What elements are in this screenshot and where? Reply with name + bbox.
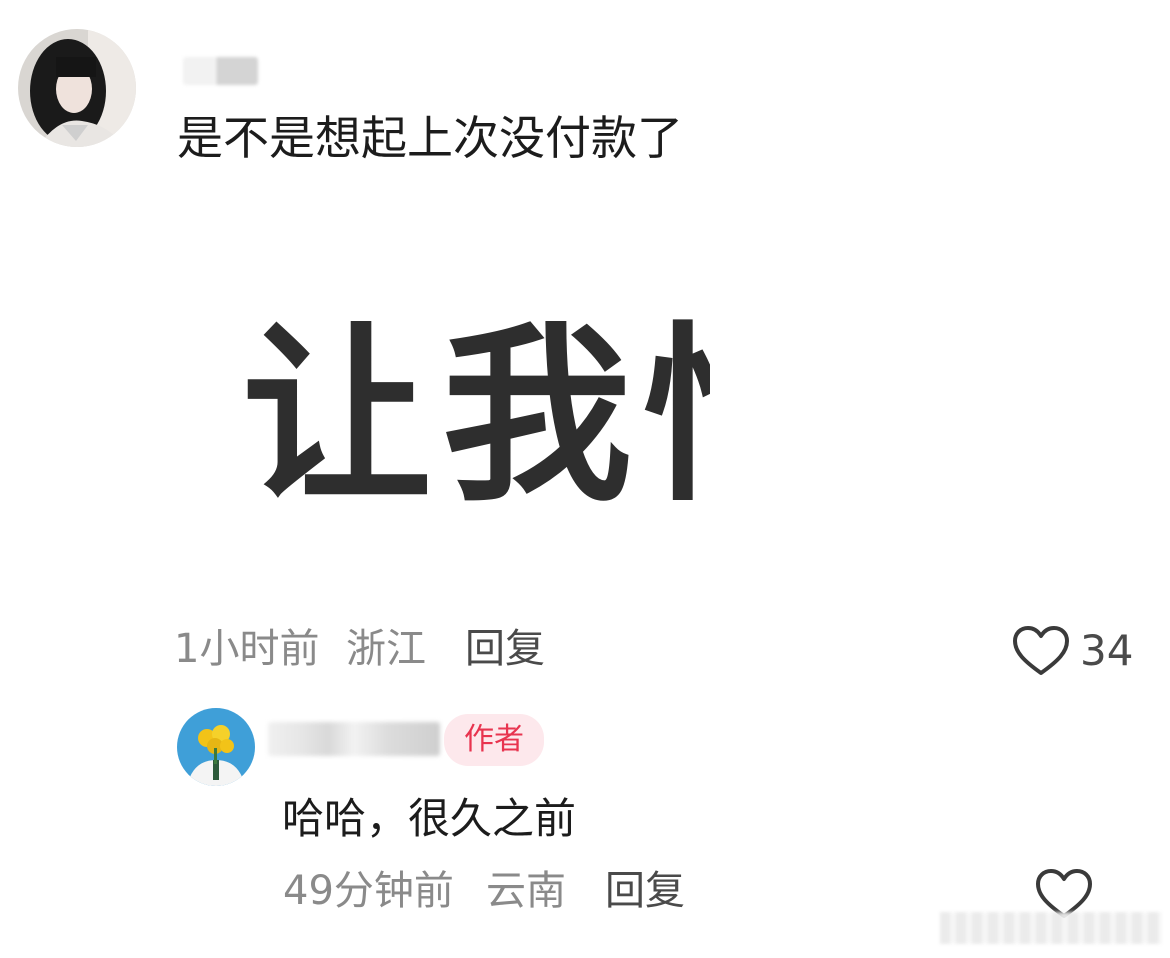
reply-comment-text: 哈哈，很久之前	[282, 794, 577, 843]
comment-sticker-image[interactable]: 让我悄	[240, 318, 710, 518]
sticker-caption: 让我悄	[242, 318, 710, 518]
commenter-avatar[interactable]	[18, 29, 136, 147]
heart-outline-icon[interactable]	[1012, 625, 1070, 677]
author-username-redacted[interactable]	[268, 722, 440, 756]
reply-comment-region: 云南	[486, 868, 566, 914]
like-count: 34	[1080, 626, 1134, 675]
reply-comment-time: 49分钟前	[283, 868, 454, 914]
comment-region: 浙江	[346, 626, 426, 672]
author-badge: 作者	[444, 714, 544, 766]
avatar-photo	[177, 708, 255, 786]
commenter-username-redacted[interactable]	[183, 57, 258, 85]
comment-time: 1小时前	[174, 626, 320, 672]
avatar-photo	[18, 29, 136, 147]
watermark	[940, 912, 1162, 944]
author-avatar[interactable]	[177, 708, 255, 786]
comment-text: 是不是想起上次没付款了	[177, 111, 683, 165]
reply-button[interactable]: 回复	[465, 624, 545, 674]
reply-button[interactable]: 回复	[605, 866, 685, 916]
